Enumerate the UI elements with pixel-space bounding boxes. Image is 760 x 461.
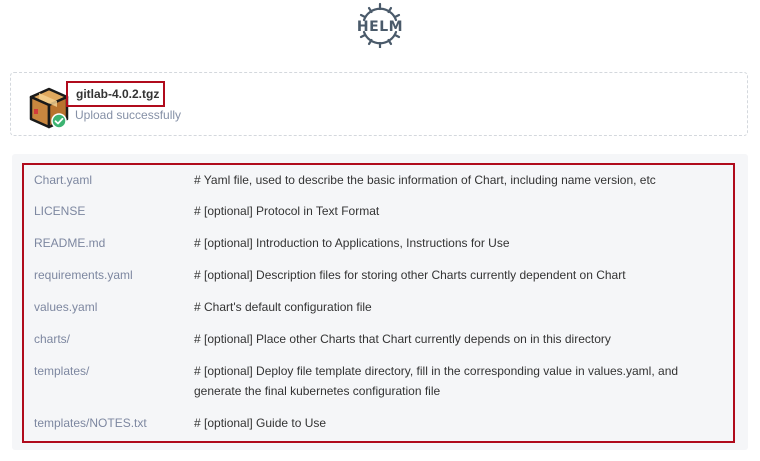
helm-logo: HELM	[350, 2, 410, 48]
helm-upload-page: HELM gitlab-4.0.2.tgz Upload successfull…	[0, 0, 760, 461]
upload-status: Upload successfully	[75, 108, 182, 122]
helm-logo-text: HELM	[356, 19, 404, 35]
file-list-highlight	[22, 163, 735, 443]
upload-card: gitlab-4.0.2.tgz Upload successfully	[10, 72, 748, 136]
check-icon	[51, 113, 67, 129]
uploaded-file-name: gitlab-4.0.2.tgz	[76, 87, 160, 101]
file-name-highlight: gitlab-4.0.2.tgz	[66, 81, 165, 107]
